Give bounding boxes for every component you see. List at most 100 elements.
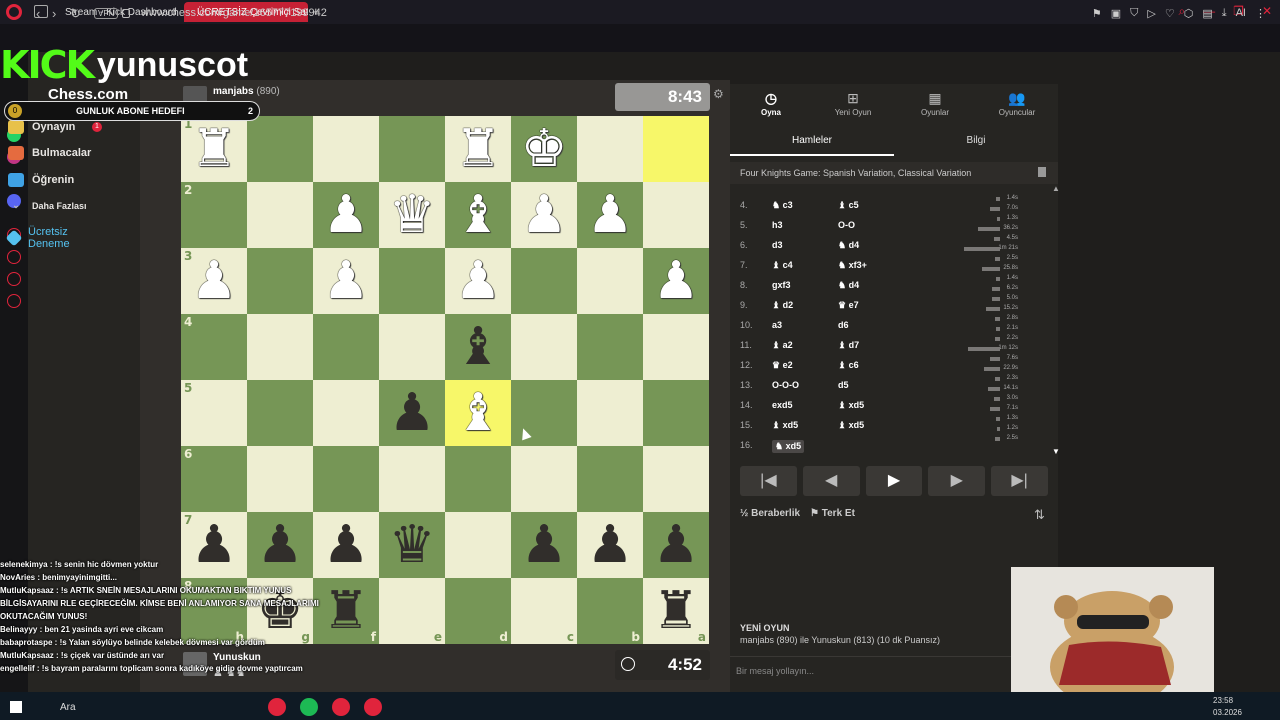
board-square[interactable] <box>643 380 709 446</box>
move-row[interactable]: 11. ♝ a2 ♝ d7 2.2s 1m 12s <box>730 334 1058 354</box>
play-button[interactable]: ▶ <box>865 466 923 496</box>
board-square[interactable] <box>577 116 643 182</box>
panel-tab[interactable]: 👥 Oyuncular <box>976 84 1058 124</box>
board-square[interactable]: 1 ♜ <box>181 116 247 182</box>
board-square[interactable]: ♟ <box>577 512 643 578</box>
panel-subtab[interactable]: Bilgi <box>894 128 1058 156</box>
url-field[interactable]: www.chess.com/game/165777199942 <box>141 7 327 19</box>
board-square[interactable]: 5 <box>181 380 247 446</box>
start-icon[interactable] <box>10 701 22 713</box>
board-square[interactable]: ♟ <box>643 512 709 578</box>
board-square[interactable]: ♝ <box>445 314 511 380</box>
board-square[interactable] <box>247 380 313 446</box>
white-move[interactable]: ♞ xd5 <box>772 440 805 453</box>
board-square[interactable] <box>643 182 709 248</box>
first-move-button[interactable]: |◀ <box>740 466 797 496</box>
board-square[interactable]: 6 <box>181 446 247 512</box>
board-square[interactable] <box>643 314 709 380</box>
board-square[interactable]: ♟ <box>511 512 577 578</box>
forward-icon[interactable]: › <box>52 6 56 21</box>
board-square[interactable]: ♟ <box>379 380 445 446</box>
shield-icon[interactable]: ⛉ <box>1130 7 1138 20</box>
board-square[interactable]: ♝ <box>445 380 511 446</box>
board-square[interactable] <box>643 116 709 182</box>
download-icon[interactable]: ⤓ <box>1222 7 1227 20</box>
board-square[interactable] <box>313 116 379 182</box>
board-square[interactable] <box>577 446 643 512</box>
board-square[interactable]: ♟ <box>313 182 379 248</box>
previous-move-button[interactable]: ◀ <box>802 466 860 496</box>
move-row[interactable]: 10. a3 d6 2.8s 2.1s <box>730 314 1058 334</box>
chess-piece[interactable]: ♟ <box>587 519 634 571</box>
move-list[interactable]: 4. ♞ c3 ♝ c5 1.4s 7.0s 5. h3 O-O 1.3s 36.2s 6. d3 ♞ … <box>730 194 1058 454</box>
board-square[interactable] <box>247 116 313 182</box>
board-square[interactable] <box>247 446 313 512</box>
white-move[interactable]: O-O-O <box>772 380 799 390</box>
board-square[interactable] <box>577 314 643 380</box>
board-square[interactable] <box>379 248 445 314</box>
board-square[interactable]: ♟ <box>313 248 379 314</box>
white-move[interactable]: h3 <box>772 220 783 230</box>
black-move[interactable]: d6 <box>838 320 849 330</box>
next-move-button[interactable]: ▶ <box>928 466 986 496</box>
chess-piece[interactable]: ♛ <box>389 189 436 241</box>
last-move-button[interactable]: ▶| <box>991 466 1048 496</box>
move-row[interactable]: 12. ♛ e2 ♝ c6 7.6s 22.9s <box>730 354 1058 374</box>
move-row[interactable]: 4. ♞ c3 ♝ c5 1.4s 7.0s <box>730 194 1058 214</box>
board-square[interactable]: 2 <box>181 182 247 248</box>
draw-button[interactable]: ½ Beraberlik <box>740 508 800 519</box>
board-square[interactable] <box>577 380 643 446</box>
board-square[interactable]: ♚ <box>511 116 577 182</box>
white-move[interactable]: gxf3 <box>772 280 791 290</box>
white-move[interactable]: exd5 <box>772 400 793 410</box>
white-move[interactable]: ♝ a2 <box>772 340 793 351</box>
board-square[interactable] <box>379 116 445 182</box>
board-square[interactable] <box>379 314 445 380</box>
board-square[interactable] <box>247 314 313 380</box>
black-move[interactable]: ♝ xd5 <box>838 420 864 431</box>
board-square[interactable]: ♛ <box>379 182 445 248</box>
board-square[interactable] <box>577 248 643 314</box>
black-move[interactable]: O-O <box>838 220 855 230</box>
board-square[interactable] <box>313 314 379 380</box>
board-square[interactable]: b <box>577 578 643 644</box>
board-square[interactable]: 3 ♟ <box>181 248 247 314</box>
move-row[interactable]: 16. ♞ xd5 2.5s <box>730 434 1058 454</box>
resign-button[interactable]: ⚑ Terk Et <box>810 508 855 519</box>
move-row[interactable]: 7. ♝ c4 ♞ xf3+ 2.5s 25.8s <box>730 254 1058 274</box>
board-square[interactable]: ♟ <box>511 182 577 248</box>
aria-icon[interactable]: AI <box>1236 7 1246 20</box>
sidebar-item-free-trial[interactable]: Ücretsiz Deneme <box>5 226 108 250</box>
taskbar-app-icon[interactable] <box>300 698 318 716</box>
chess-piece[interactable]: ♜ <box>455 123 502 175</box>
flip-board-icon[interactable]: ⇅ <box>1034 507 1045 523</box>
black-move[interactable]: ♞ d4 <box>838 240 859 251</box>
move-row[interactable]: 8. gxf3 ♞ d4 1.4s 6.2s <box>730 274 1058 294</box>
chess-piece[interactable]: ♟ <box>455 255 502 307</box>
chess-piece[interactable]: ♟ <box>191 255 238 307</box>
menu-icon[interactable]: ⋮ <box>1255 7 1266 20</box>
white-move[interactable]: ♝ xd5 <box>772 420 798 431</box>
chess-piece[interactable]: ♜ <box>191 123 238 175</box>
taskbar-app-icon[interactable] <box>364 698 382 716</box>
chess-piece[interactable]: ♟ <box>323 189 370 241</box>
white-move[interactable]: ♞ c3 <box>772 200 793 211</box>
snapshot-icon[interactable]: ▣ <box>1111 7 1121 20</box>
wallet-icon[interactable]: ▤ <box>1202 7 1212 20</box>
white-move[interactable]: d3 <box>772 240 783 250</box>
board-square[interactable] <box>313 446 379 512</box>
board-square[interactable]: ♟ <box>643 248 709 314</box>
extensions-icon[interactable]: ⬡ <box>1184 7 1194 20</box>
trash-icon[interactable] <box>1038 167 1046 177</box>
sidebar-item-play[interactable]: Oynayın <box>8 120 75 134</box>
taskbar-app-icon[interactable] <box>268 698 286 716</box>
move-row[interactable]: 15. ♝ xd5 ♝ xd5 1.3s 1.2s <box>730 414 1058 434</box>
move-row[interactable]: 9. ♝ d2 ♛ e7 5.0s 15.2s <box>730 294 1058 314</box>
black-move[interactable]: d5 <box>838 380 849 390</box>
black-move[interactable]: ♝ xd5 <box>838 400 864 411</box>
lock-icon[interactable] <box>122 9 130 18</box>
bookmark-icon[interactable]: ⚑ <box>1092 7 1102 20</box>
gear-icon[interactable]: ⚙ <box>713 87 724 101</box>
board-square[interactable] <box>379 446 445 512</box>
white-move[interactable]: a3 <box>772 320 782 330</box>
